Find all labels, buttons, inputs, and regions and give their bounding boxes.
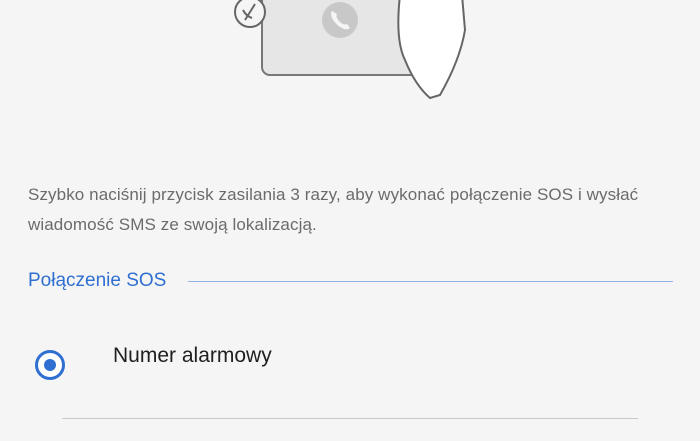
sos-illustration [234, 0, 467, 100]
option-label: Numer alarmowy [113, 344, 272, 367]
option-emergency-number[interactable]: Numer alarmowy [0, 330, 700, 402]
sos-description: Szybko naciśnij przycisk zasilania 3 raz… [28, 185, 639, 234]
radio-button-selected[interactable] [35, 350, 65, 380]
radio-dot [44, 359, 56, 371]
option-divider [62, 418, 638, 419]
hand-icon [397, 0, 467, 100]
power-button-icon [234, 0, 266, 28]
phone-call-icon [322, 2, 358, 38]
section-title: Połączenie SOS [28, 270, 167, 291]
section-divider [188, 280, 673, 282]
section-header-sos: Połączenie SOS [28, 268, 673, 294]
